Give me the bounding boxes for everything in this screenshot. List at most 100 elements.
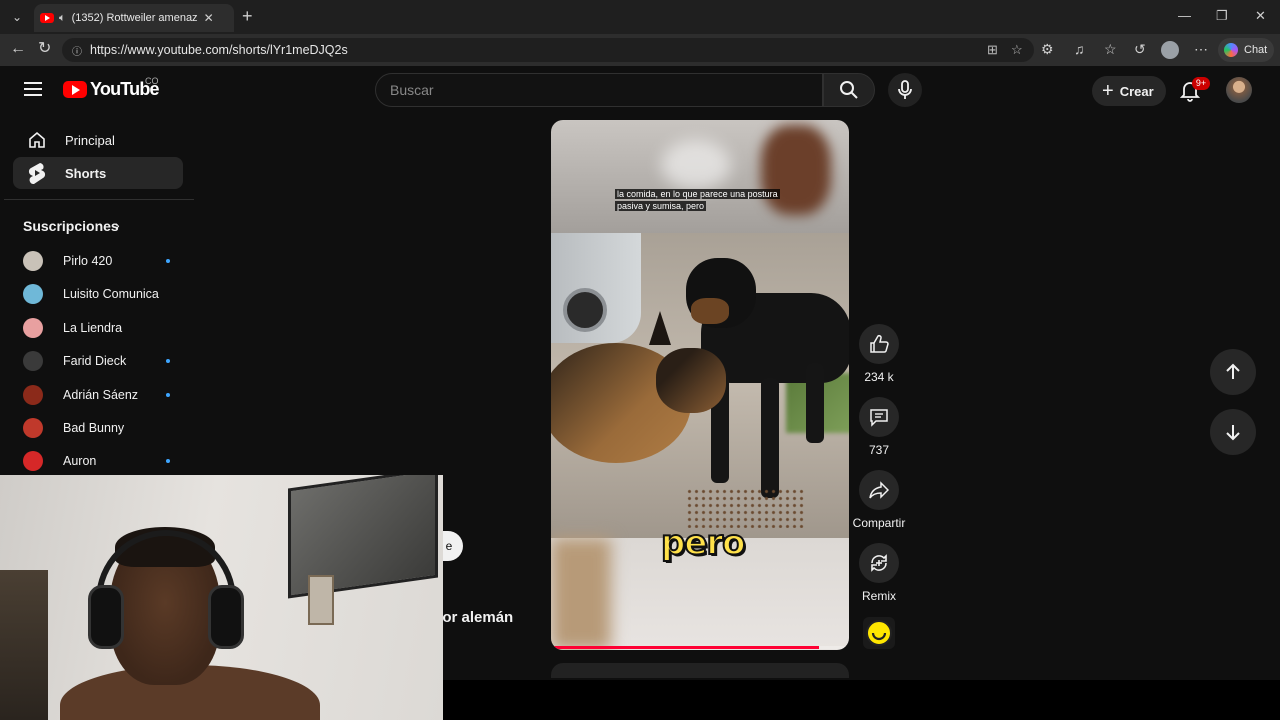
caption-line-2: pasiva y sumisa, pero	[615, 201, 707, 211]
bottom-black-bar	[443, 680, 1280, 720]
sidebar-divider	[4, 199, 194, 200]
share-button[interactable]: Compartir	[853, 470, 905, 530]
next-short-preview[interactable]	[551, 663, 849, 678]
voice-search-button[interactable]	[888, 73, 922, 107]
german-shepherd-head	[656, 348, 726, 413]
comment-count: 737	[868, 443, 890, 457]
country-code: CO	[145, 76, 159, 86]
subscription-item[interactable]: Auron	[23, 449, 183, 473]
new-content-dot	[166, 459, 170, 464]
headphones-left-cup	[88, 585, 124, 649]
copilot-chat-button[interactable]: Chat	[1218, 38, 1274, 62]
youtube-favicon-icon	[40, 13, 54, 23]
channel-avatar	[23, 284, 43, 305]
subscription-item[interactable]: La Liendra	[23, 316, 183, 340]
new-tab-button[interactable]: +	[242, 7, 253, 25]
subscription-item[interactable]: Pirlo 420	[23, 249, 183, 273]
favorites-icon[interactable]: ☆	[1104, 42, 1117, 56]
notifications-badge: 9+	[1192, 77, 1210, 90]
original-sound-button[interactable]	[863, 617, 895, 649]
dog-food	[686, 488, 806, 528]
youtube-logo[interactable]: YouTube CO	[63, 76, 160, 100]
url-text: https://www.youtube.com/shorts/lYr1meDJQ…	[90, 43, 348, 57]
back-button[interactable]: ←	[10, 41, 26, 57]
search-input[interactable]: Buscar	[375, 73, 823, 107]
restore-window-button[interactable]: ❐	[1216, 8, 1228, 24]
close-window-button[interactable]: ✕	[1255, 8, 1266, 24]
subscriptions-heading[interactable]: Suscripciones	[23, 218, 119, 234]
channel-name: Luisito Comunica	[63, 287, 159, 302]
speaker-icon[interactable]: 🔈︎	[59, 12, 66, 25]
plus-icon: +	[1102, 80, 1114, 102]
browser-profile-icon[interactable]	[1161, 41, 1179, 59]
browser-tab[interactable]: 🔈︎ (1352) Rottweiler amenaza a ... ✕	[34, 4, 234, 32]
tab-list-button[interactable]: ⌄	[6, 7, 28, 27]
video-subtitle-word: pero	[660, 522, 747, 564]
video-progress-bar[interactable]	[551, 646, 849, 649]
previous-short-button[interactable]	[1210, 349, 1256, 395]
account-avatar[interactable]	[1226, 77, 1252, 103]
search-button[interactable]	[823, 73, 875, 107]
subscription-item[interactable]: Bad Bunny	[23, 416, 183, 440]
thumbs-up-icon	[870, 334, 889, 353]
new-content-dot	[166, 392, 170, 397]
extensions-icon[interactable]: ⚙	[1041, 42, 1054, 56]
youtube-play-icon	[63, 81, 87, 98]
create-label: Crear	[1119, 83, 1154, 99]
channel-avatar	[23, 351, 43, 372]
browser-tabbar: ⌄ 🔈︎ (1352) Rottweiler amenaza a ... ✕ +…	[0, 0, 1280, 34]
video-frame-dogs	[551, 233, 849, 538]
close-tab-icon[interactable]: ✕	[204, 11, 214, 25]
chat-label: Chat	[1244, 44, 1268, 56]
url-field[interactable]: ⓘ https://www.youtube.com/shorts/lYr1meD…	[62, 38, 1034, 62]
webcam-wall-picture	[308, 575, 334, 625]
subscription-item[interactable]: Adrián Sáenz	[23, 383, 183, 407]
reload-button[interactable]: ↻	[38, 41, 51, 57]
sidebar-item-shorts[interactable]: Shorts	[13, 157, 183, 189]
arrow-up-icon	[1226, 363, 1240, 379]
sound-thumbnail-icon	[866, 620, 892, 646]
channel-name: Pirlo 420	[63, 254, 113, 268]
share-label: Compartir	[852, 516, 906, 530]
favorite-star-icon[interactable]: ☆	[1011, 42, 1023, 58]
channel-avatar	[23, 251, 43, 271]
like-button[interactable]: 234 k	[859, 324, 899, 384]
remix-icon	[871, 554, 887, 572]
app-available-icon[interactable]: ⊞	[987, 42, 998, 58]
microphone-icon	[898, 80, 912, 99]
short-video-player[interactable]: la comida, en lo que parece una postura …	[551, 120, 849, 650]
search-icon	[840, 81, 858, 99]
remix-label: Remix	[861, 589, 896, 603]
video-top-blur	[551, 120, 849, 233]
chevron-right-icon[interactable]: ›	[115, 217, 120, 233]
sidebar-item-label: Shorts	[65, 165, 107, 181]
channel-name: Bad Bunny	[63, 421, 125, 435]
next-short-button[interactable]	[1210, 409, 1256, 455]
webcam-overlay	[0, 475, 443, 720]
history-icon[interactable]: ↺	[1134, 42, 1146, 56]
media-control-icon[interactable]: ♫	[1074, 42, 1085, 56]
headphones-right-cup	[208, 585, 244, 649]
comments-button[interactable]: 737	[859, 397, 899, 457]
new-content-dot	[166, 359, 170, 364]
german-shepherd-ear	[649, 311, 671, 345]
subscription-item[interactable]: Luisito Comunica	[23, 282, 183, 306]
subscription-item[interactable]: Farid Dieck	[23, 349, 183, 373]
minimize-window-button[interactable]: —	[1178, 8, 1191, 23]
remix-button[interactable]: Remix	[859, 543, 899, 603]
tab-title: (1352) Rottweiler amenaza a ...	[71, 12, 198, 24]
browser-address-bar: ← ↻ ⓘ https://www.youtube.com/shorts/lYr…	[0, 34, 1280, 66]
menu-icon[interactable]	[24, 82, 42, 96]
channel-name: La Liendra	[63, 320, 123, 335]
sidebar-item-label: Principal	[65, 132, 115, 148]
sidebar-item-principal[interactable]: Principal	[13, 124, 183, 156]
rottweiler-muzzle	[691, 298, 729, 324]
arrow-down-icon	[1226, 425, 1240, 441]
home-icon	[25, 130, 49, 150]
more-options-icon[interactable]: ⋯	[1194, 42, 1208, 56]
shorts-icon	[25, 162, 49, 184]
channel-avatar	[23, 418, 43, 438]
create-button[interactable]: + Crear	[1092, 76, 1166, 106]
channel-name: Adrián Sáenz	[63, 387, 139, 402]
site-info-icon[interactable]: ⓘ	[72, 43, 82, 58]
